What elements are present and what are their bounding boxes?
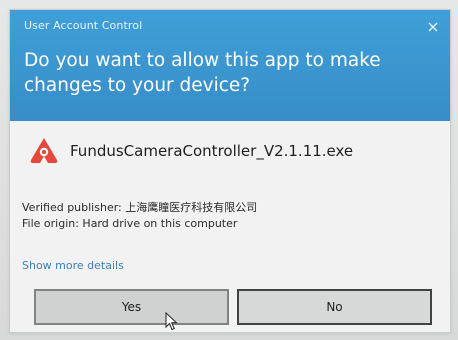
close-button[interactable] — [424, 18, 442, 36]
app-name: FundusCameraController_V2.1.11.exe — [70, 142, 354, 160]
screen-background: User Account Control Do you want to allo… — [0, 0, 458, 340]
dialog-header: User Account Control Do you want to allo… — [10, 10, 450, 121]
verified-publisher: Verified publisher: 上海鹰瞳医疗科技有限公司 — [22, 201, 258, 214]
uac-dialog: User Account Control Do you want to allo… — [10, 10, 450, 332]
yes-button[interactable]: Yes — [34, 289, 229, 325]
app-logo-icon — [28, 135, 60, 167]
file-origin: File origin: Hard drive on this computer — [22, 217, 238, 230]
close-icon — [428, 22, 438, 32]
dialog-question: Do you want to allow this app to make ch… — [24, 50, 381, 96]
no-button[interactable]: No — [237, 289, 432, 325]
show-more-details-link[interactable]: Show more details — [22, 259, 124, 272]
dialog-title: User Account Control — [24, 19, 143, 32]
app-info-row: FundusCameraController_V2.1.11.exe — [28, 134, 438, 168]
app-details: Verified publisher: 上海鹰瞳医疗科技有限公司 File or… — [22, 200, 442, 232]
